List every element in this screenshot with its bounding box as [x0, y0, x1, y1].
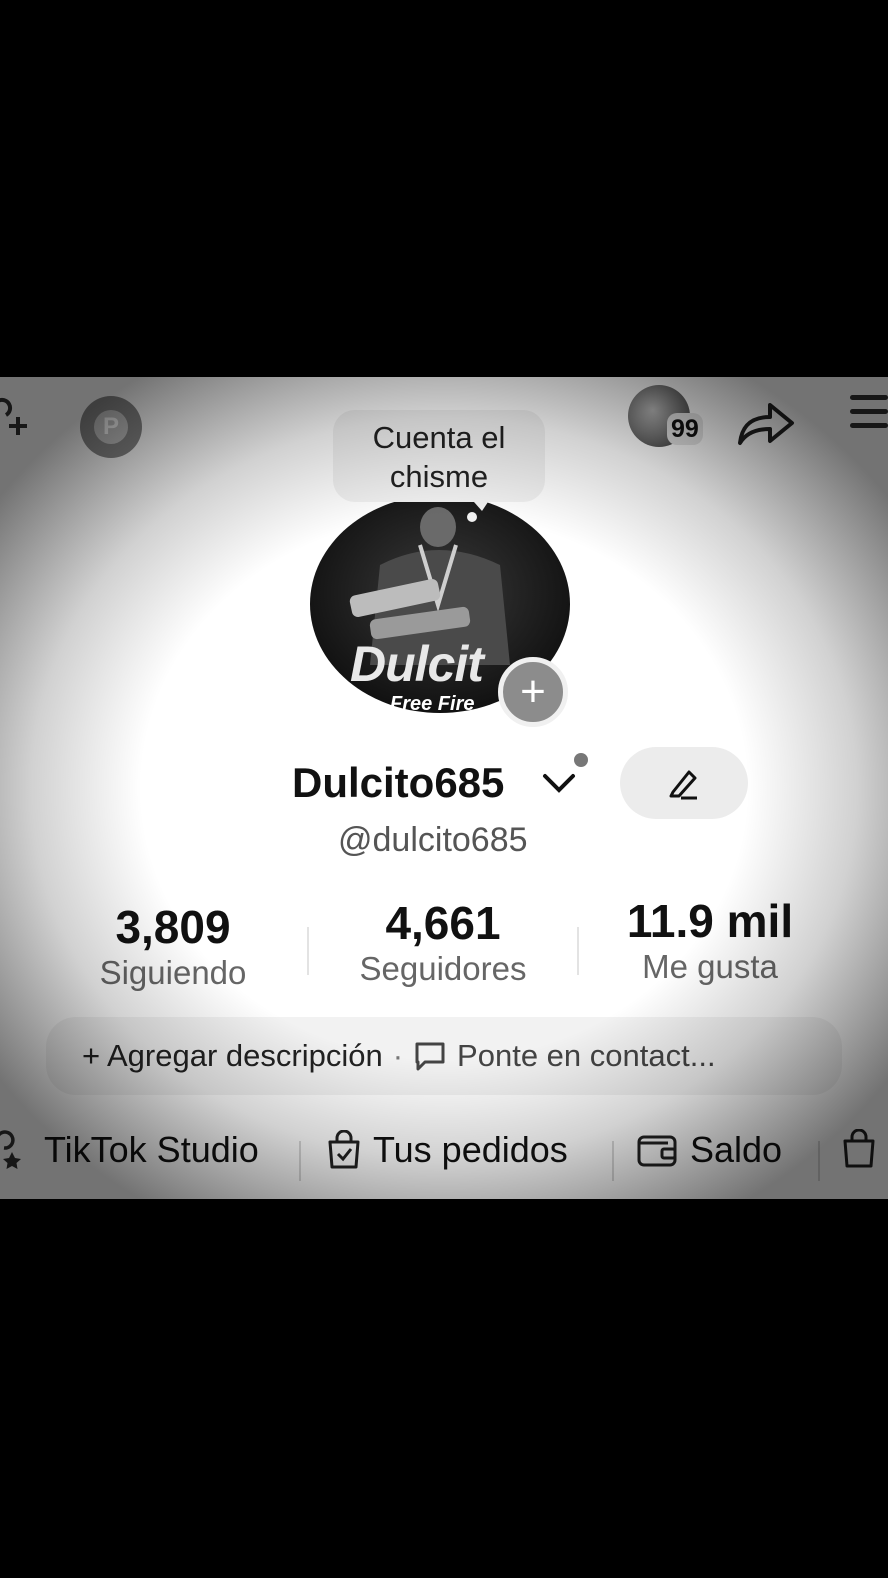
stat-followers[interactable]: 4,661 Seguidores: [348, 897, 538, 989]
shopping-bag-icon: [328, 1130, 360, 1169]
menu-icon[interactable]: [850, 395, 888, 435]
contact-label: Ponte en contact...: [457, 1038, 716, 1073]
tool-label: Tus pedidos: [373, 1129, 568, 1170]
stat-likes[interactable]: 11.9 mil Me gusta: [618, 895, 802, 987]
bio-separator: ·: [392, 1038, 404, 1073]
p-badge-letter: P: [94, 410, 128, 444]
display-name[interactable]: Dulcito685: [292, 759, 504, 807]
balance-button[interactable]: Saldo: [636, 1129, 782, 1171]
tool-label: TikTok Studio: [44, 1129, 259, 1170]
stat-divider: [307, 927, 309, 975]
add-description-button[interactable]: + Agregar descripción: [82, 1038, 383, 1074]
tool-divider: [299, 1141, 301, 1181]
plus-icon: +: [520, 667, 546, 716]
edit-profile-button[interactable]: [620, 747, 748, 819]
stat-label: Me gusta: [642, 948, 778, 985]
add-friend-icon[interactable]: [0, 393, 38, 437]
profile-screen: P 99 Cuenta el chisme Dulcit Free Fire +…: [0, 377, 888, 1199]
tool-divider: [612, 1141, 614, 1181]
contact-button[interactable]: Ponte en contact...: [413, 1038, 716, 1074]
stat-divider: [577, 927, 579, 975]
tiktok-studio-button[interactable]: TikTok Studio: [0, 1129, 259, 1171]
stat-value: 3,809: [115, 901, 231, 953]
stat-label: Siguiendo: [99, 954, 247, 991]
chevron-down-icon[interactable]: [541, 770, 577, 796]
stat-label: Seguidores: [359, 950, 527, 987]
message-icon: [415, 1042, 445, 1071]
username-handle: @dulcito685: [338, 821, 528, 859]
profile-switch-badge[interactable]: P: [80, 396, 142, 458]
notification-count: 99: [667, 413, 703, 445]
pencil-icon: [669, 770, 697, 800]
shopping-bag-icon: [843, 1129, 875, 1168]
bio-row: + Agregar descripción · Ponte en contact…: [46, 1017, 842, 1095]
status-dot: [574, 753, 588, 767]
stat-value: 11.9 mil: [626, 895, 794, 947]
story-prompt-bubble[interactable]: Cuenta el chisme: [333, 410, 545, 502]
quick-tools-bar: TikTok Studio Tus pedidos Saldo: [0, 1119, 888, 1189]
shop-button[interactable]: [840, 1129, 888, 1169]
avatar-title: Dulcit: [350, 636, 484, 692]
wallet-icon: [637, 1135, 677, 1167]
studio-icon: [0, 1130, 21, 1169]
avatar-subtitle: Free Fire: [390, 693, 475, 715]
stat-value: 4,661: [385, 897, 501, 949]
tool-label: Saldo: [690, 1129, 783, 1170]
bubble-line-2: chisme: [389, 459, 489, 494]
share-icon[interactable]: [736, 397, 796, 447]
add-photo-button[interactable]: +: [498, 657, 568, 727]
your-orders-button[interactable]: Tus pedidos: [325, 1129, 568, 1171]
tool-divider: [818, 1141, 820, 1181]
stat-following[interactable]: 3,809 Siguiendo: [88, 901, 258, 993]
bubble-line-1: Cuenta el: [372, 420, 506, 455]
